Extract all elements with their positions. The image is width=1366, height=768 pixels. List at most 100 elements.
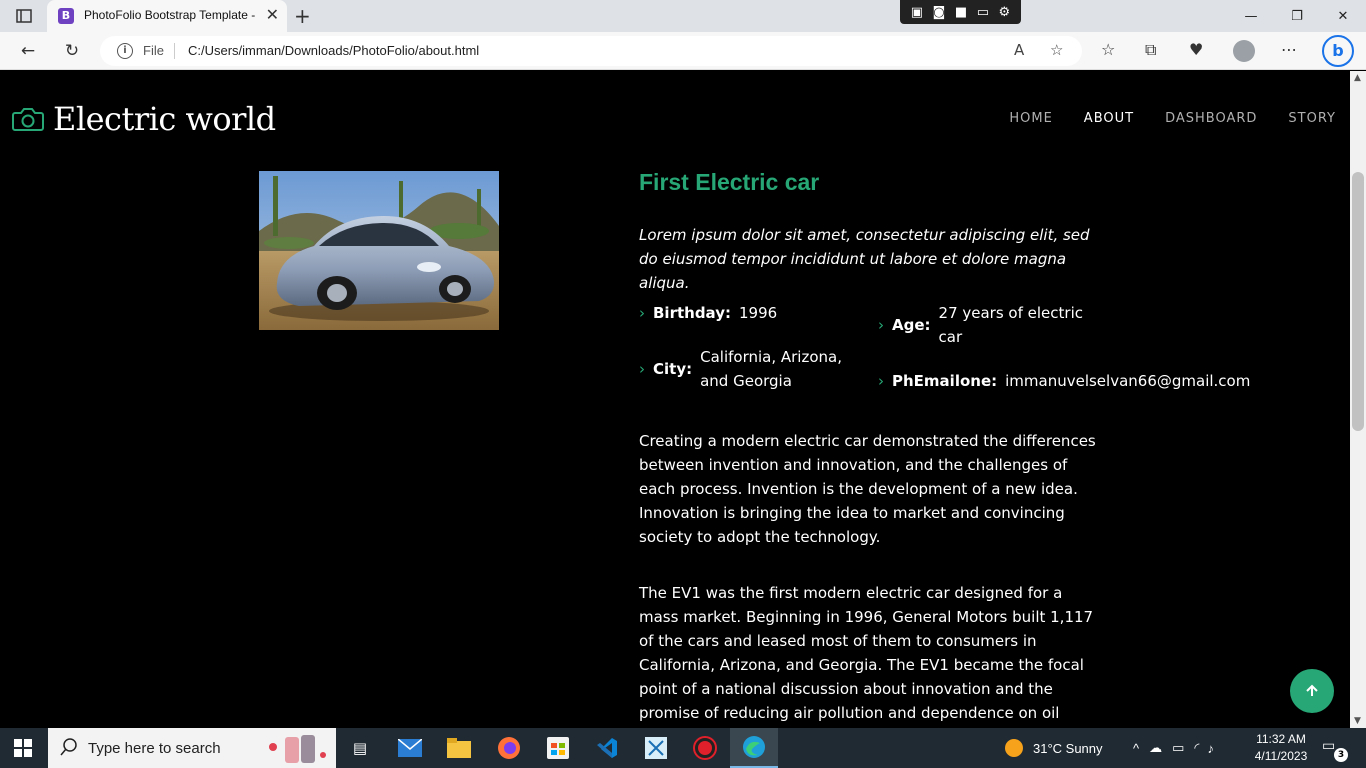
about-title: First Electric car: [639, 169, 820, 195]
age-label: Age:: [892, 316, 931, 334]
close-window-icon[interactable]: ✕: [1320, 0, 1366, 32]
electric-car-photo: [259, 171, 499, 330]
info-birthday: › Birthday: 1996: [639, 301, 777, 325]
screen-recorder-icon[interactable]: [691, 734, 719, 762]
task-view-icon[interactable]: ▤: [346, 734, 374, 762]
scrollbar-thumb[interactable]: [1352, 172, 1364, 431]
tab-close-icon[interactable]: ✕: [266, 7, 279, 23]
city-value: California, Arizona, and Georgia: [700, 345, 842, 393]
windows-taskbar: Type here to search ▤ 31°C Sunny ^ ☁ ▭ ◜…: [0, 728, 1366, 768]
edge-browser-icon[interactable]: [730, 728, 778, 768]
city-label: City:: [653, 360, 693, 378]
url-omnibox[interactable]: i File C:/Users/imman/Downloads/PhotoFol…: [100, 36, 1082, 66]
nav-dashboard[interactable]: DASHBOARD: [1165, 111, 1257, 126]
search-icon: [60, 738, 78, 760]
city-value-line1: California, Arizona,: [700, 348, 842, 366]
screen-capture-toolbar: ▣ ◙ ■ ▭ ⚙: [900, 0, 1021, 24]
vscode-icon[interactable]: [593, 734, 621, 762]
volume-icon[interactable]: ♪: [1207, 741, 1214, 756]
window-controls: — ❐ ✕: [1228, 0, 1366, 32]
battery-icon[interactable]: ▭: [1172, 740, 1184, 756]
refresh-icon[interactable]: ↻: [58, 38, 86, 64]
scroll-up-arrow-icon[interactable]: ▲: [1354, 73, 1361, 83]
windows-start-icon[interactable]: [14, 739, 32, 761]
browser-essentials-icon[interactable]: ♥: [1189, 40, 1203, 59]
info-email: › PhEmailone: immanuvelselvan66@gmail.co…: [878, 369, 1250, 393]
clock-time: 11:32 AM: [1256, 732, 1306, 746]
search-highlight-illustration: [269, 735, 326, 763]
nav-home[interactable]: HOME: [1009, 111, 1052, 126]
browser-tab-bar: B PhotoFolio Bootstrap Template - ✕ + ▣ …: [0, 0, 1366, 32]
new-tab-icon[interactable]: +: [294, 4, 311, 28]
age-value-line1: 27 years of electric: [938, 304, 1083, 322]
about-paragraph-2: The EV1 was the first modern electric ca…: [639, 584, 1094, 722]
firefox-icon[interactable]: [495, 734, 523, 762]
sun-icon: [1005, 739, 1023, 757]
birthday-label: Birthday:: [653, 304, 731, 322]
scroll-top-button[interactable]: [1290, 669, 1334, 713]
capture-mode-icon[interactable]: ▣: [911, 5, 923, 20]
chevron-right-icon: ›: [878, 372, 884, 390]
scroll-down-arrow-icon[interactable]: ▼: [1354, 716, 1361, 726]
restore-icon[interactable]: ❐: [1274, 0, 1320, 32]
omnibox-separator: [174, 43, 175, 59]
window-capture-icon[interactable]: ▭: [977, 5, 989, 20]
chevron-right-icon: ›: [878, 316, 884, 334]
nav-story[interactable]: STORY: [1288, 111, 1336, 126]
city-value-line2: and Georgia: [700, 372, 792, 390]
notification-count-badge: 3: [1334, 748, 1348, 762]
age-value: 27 years of electric car: [939, 301, 1083, 349]
file-scheme-label: File: [143, 43, 164, 58]
clock-date: 4/11/2023: [1254, 749, 1308, 763]
taskbar-clock[interactable]: 11:32 AM 4/11/2023: [1250, 731, 1312, 765]
logo-text: Electric world: [53, 100, 276, 138]
email-label: PhEmailone:: [892, 372, 998, 390]
page-scrollbar[interactable]: ▲ ▼: [1350, 71, 1366, 728]
file-explorer-icon[interactable]: [445, 734, 473, 762]
chevron-right-icon: ›: [639, 360, 645, 378]
settings-gear-icon[interactable]: ⚙: [999, 5, 1011, 20]
age-value-line2: car: [938, 328, 963, 346]
snipping-tool-icon[interactable]: [642, 734, 670, 762]
browser-tab-active[interactable]: B PhotoFolio Bootstrap Template - ✕: [47, 0, 287, 32]
site-logo[interactable]: Electric world: [12, 100, 276, 138]
about-content: First Electric car Lorem ipsum dolor sit…: [639, 169, 1279, 722]
url-text[interactable]: C:/Users/imman/Downloads/PhotoFolio/abou…: [188, 43, 479, 58]
arrow-up-icon: [1306, 684, 1318, 696]
microsoft-store-icon[interactable]: [544, 734, 572, 762]
wifi-icon[interactable]: ◜: [1194, 740, 1199, 756]
camera-icon[interactable]: ◙: [933, 5, 946, 20]
main-nav: HOME ABOUT DASHBOARD STORY: [978, 111, 1336, 126]
nav-about[interactable]: ABOUT: [1084, 111, 1134, 126]
info-icon[interactable]: i: [117, 43, 133, 59]
chevron-right-icon: ›: [639, 304, 645, 322]
taskbar-search-box[interactable]: Type here to search: [48, 728, 336, 768]
more-menu-icon[interactable]: ⋯: [1281, 40, 1297, 59]
collections-icon[interactable]: ⧉: [1145, 40, 1156, 60]
birthday-value: 1996: [739, 304, 778, 322]
info-city: › City: California, Arizona, and Georgia: [639, 345, 842, 393]
notification-center-icon[interactable]: ▭: [1322, 738, 1335, 754]
minimize-icon[interactable]: —: [1228, 0, 1274, 32]
camera-logo-icon: [12, 108, 44, 131]
video-icon[interactable]: ■: [955, 5, 967, 20]
back-arrow-icon[interactable]: ←: [14, 38, 42, 64]
add-favorite-icon[interactable]: ☆: [1050, 41, 1063, 59]
weather-text: 31°C Sunny: [1033, 740, 1103, 756]
weather-widget[interactable]: 31°C Sunny: [1003, 728, 1103, 768]
mail-icon[interactable]: [396, 734, 424, 762]
bing-chat-icon[interactable]: b: [1322, 35, 1354, 67]
bootstrap-favicon-icon: B: [58, 8, 74, 24]
page-viewport: Electric world HOME ABOUT DASHBOARD STOR…: [0, 71, 1350, 728]
favorites-icon[interactable]: ☆: [1101, 40, 1115, 59]
profile-avatar[interactable]: [1233, 40, 1255, 62]
read-aloud-icon[interactable]: A: [1014, 41, 1024, 59]
tab-actions-icon[interactable]: [8, 4, 40, 28]
address-bar-row: ← ↻ i File C:/Users/imman/Downloads/Phot…: [0, 32, 1366, 70]
search-placeholder: Type here to search: [88, 740, 221, 757]
system-tray: ^ ☁ ▭ ◜ ♪: [1133, 728, 1214, 768]
email-value: immanuvelselvan66@gmail.com: [1005, 372, 1251, 390]
info-age: › Age: 27 years of electric car: [878, 301, 1083, 349]
chevron-up-icon[interactable]: ^: [1133, 741, 1139, 756]
onedrive-icon[interactable]: ☁: [1149, 740, 1162, 756]
